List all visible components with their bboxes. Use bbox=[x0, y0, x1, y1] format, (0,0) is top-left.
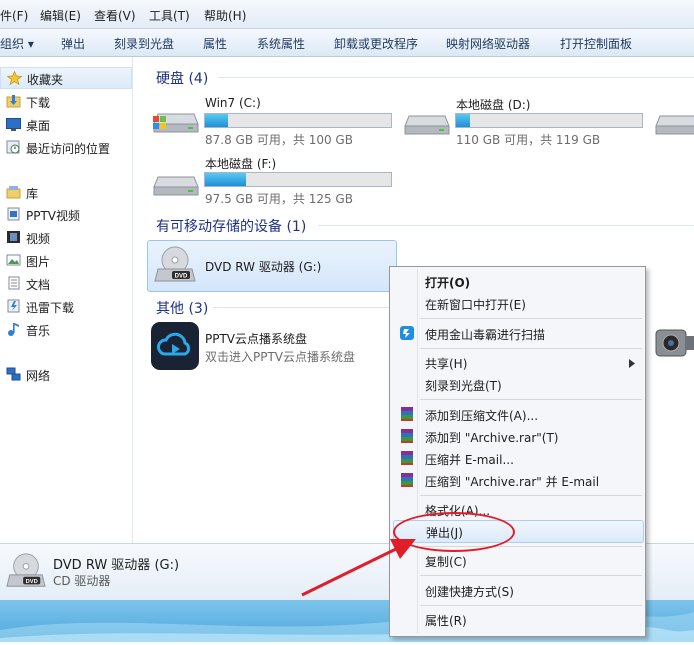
burn-button[interactable]: 刻录到光盘 bbox=[114, 35, 174, 52]
organize-button[interactable]: 组织 ▾ bbox=[0, 35, 34, 52]
menu-separator bbox=[420, 399, 642, 400]
menu-bar: 件(F) 编辑(E) 查看(V) 工具(T) 帮助(H) bbox=[0, 0, 694, 29]
command-bar: 组织 ▾ 弹出 刻录到光盘 属性 系统属性 卸载或更改程序 映射网络驱动器 打开… bbox=[0, 29, 694, 57]
menu-tools[interactable]: 工具(T) bbox=[149, 7, 190, 24]
system-properties-button[interactable]: 系统属性 bbox=[257, 35, 305, 52]
folder-download-icon bbox=[6, 94, 21, 108]
nav-item-network[interactable]: 网络 bbox=[0, 364, 130, 384]
star-icon bbox=[6, 70, 23, 86]
music-icon bbox=[6, 322, 21, 336]
nav-item-thunder-downloads[interactable]: 迅雷下载 bbox=[0, 296, 130, 316]
nav-item-libraries[interactable]: 库 bbox=[0, 182, 130, 202]
nav-item-documents[interactable]: 文档 bbox=[0, 273, 130, 293]
winrar-icon bbox=[399, 472, 415, 488]
menu-item-create-shortcut[interactable]: 创建快捷方式(S) bbox=[393, 580, 642, 600]
pictures-icon bbox=[6, 253, 21, 267]
drive-d-free-space: 110 GB 可用，共 119 GB bbox=[456, 133, 601, 147]
drive-d-usage-fill bbox=[456, 114, 471, 127]
menu-help[interactable]: 帮助(H) bbox=[204, 7, 246, 24]
drive-c-usage-bar bbox=[204, 113, 392, 128]
menu-separator bbox=[420, 575, 642, 576]
winrar-icon bbox=[399, 406, 415, 422]
drive-c-name[interactable]: Win7 (C:) bbox=[205, 96, 261, 110]
menu-file[interactable]: 件(F) bbox=[0, 7, 28, 24]
group-title-removable[interactable]: 有可移动存储的设备 (1) bbox=[156, 216, 306, 236]
pptv-video-icon bbox=[6, 207, 21, 221]
nav-item-desktop[interactable]: 桌面 bbox=[0, 114, 130, 134]
menu-item-add-to-archive-rar[interactable]: 添加到 "Archive.rar"(T) bbox=[393, 426, 642, 446]
drive-f-usage-fill bbox=[205, 173, 246, 186]
nav-item-favorites[interactable]: 收藏夹 bbox=[0, 67, 132, 89]
menu-item-antivirus-scan[interactable]: 使用金山毒霸进行扫描 bbox=[393, 323, 642, 343]
nav-item-videos[interactable]: 视频 bbox=[0, 227, 130, 247]
menu-item-copy[interactable]: 复制(C) bbox=[393, 550, 642, 570]
desktop-icon bbox=[6, 117, 21, 131]
video-icon bbox=[6, 230, 21, 244]
details-title: DVD RW 驱动器 (G:) bbox=[53, 558, 180, 573]
menu-item-burn[interactable]: 刻录到光盘(T) bbox=[393, 374, 642, 394]
network-icon bbox=[6, 367, 21, 381]
menu-separator bbox=[420, 348, 642, 349]
menu-item-compress-email[interactable]: 压缩并 E-mail... bbox=[393, 448, 642, 468]
annotation-arrow bbox=[301, 539, 416, 597]
svg-text:DVD: DVD bbox=[26, 579, 38, 585]
menu-item-open-new-window[interactable]: 在新窗口中打开(E) bbox=[393, 293, 642, 313]
nav-item-pictures[interactable]: 图片 bbox=[0, 250, 130, 270]
nav-item-music[interactable]: 音乐 bbox=[0, 319, 130, 339]
thunder-download-icon bbox=[6, 299, 21, 313]
pptv-cloud-icon[interactable] bbox=[151, 322, 199, 370]
menu-view[interactable]: 查看(V) bbox=[94, 7, 136, 24]
dvd-drive-name: DVD RW 驱动器 (G:) bbox=[205, 260, 322, 274]
open-control-panel-button[interactable]: 打开控制面板 bbox=[560, 35, 632, 52]
submenu-arrow-icon bbox=[629, 357, 635, 371]
hard-drive-icon[interactable] bbox=[152, 169, 200, 199]
hard-drive-icon[interactable] bbox=[654, 108, 694, 138]
drive-c-usage-fill bbox=[205, 114, 228, 127]
menu-item-add-to-archive[interactable]: 添加到压缩文件(A)... bbox=[393, 404, 642, 424]
dvd-drive-item[interactable]: DVD DVD RW 驱动器 (G:) bbox=[147, 240, 397, 292]
group-divider bbox=[218, 77, 694, 78]
nav-item-downloads[interactable]: 下载 bbox=[0, 91, 130, 111]
menu-item-open[interactable]: 打开(O) bbox=[393, 271, 642, 291]
winrar-icon bbox=[399, 428, 415, 444]
dvd-drive-icon: DVD bbox=[154, 245, 196, 287]
group-divider bbox=[318, 225, 694, 226]
drive-f-name[interactable]: 本地磁盘 (F:) bbox=[205, 155, 276, 172]
map-network-drive-button[interactable]: 映射网络驱动器 bbox=[446, 35, 530, 52]
nav-item-pptv-video[interactable]: PPTV视频 bbox=[0, 204, 130, 224]
dvd-drive-icon: DVD bbox=[6, 552, 46, 592]
group-title-hard-disks[interactable]: 硬盘 (4) bbox=[156, 68, 208, 88]
drive-c-free-space: 87.8 GB 可用，共 100 GB bbox=[205, 133, 353, 147]
navigation-pane: 收藏夹 下载 桌面 最近访问的位置 库 PPTV视频 视频 图片 文档 迅雷下载… bbox=[0, 57, 133, 543]
menu-item-compress-rar-email[interactable]: 压缩到 "Archive.rar" 并 E-mail bbox=[393, 470, 642, 490]
menu-separator bbox=[420, 318, 642, 319]
menu-item-share[interactable]: 共享(H) bbox=[393, 352, 642, 372]
recent-places-icon bbox=[6, 140, 21, 154]
menu-separator bbox=[420, 495, 642, 496]
menu-separator bbox=[420, 605, 642, 606]
documents-icon bbox=[6, 276, 21, 290]
group-title-other[interactable]: 其他 (3) bbox=[156, 298, 208, 318]
details-type: CD 驱动器 bbox=[53, 574, 111, 588]
drive-d-name[interactable]: 本地磁盘 (D:) bbox=[456, 96, 530, 113]
properties-button[interactable]: 属性 bbox=[203, 35, 227, 52]
kingsoft-antivirus-icon bbox=[399, 325, 415, 341]
drive-f-usage-bar bbox=[204, 172, 392, 187]
drive-d-usage-bar bbox=[455, 113, 643, 128]
library-icon bbox=[6, 185, 21, 199]
drive-f-free-space: 97.5 GB 可用，共 125 GB bbox=[205, 192, 353, 206]
winrar-icon bbox=[399, 450, 415, 466]
pptv-drive-description: 双击进入PPTV云点播系统盘 bbox=[205, 350, 356, 364]
camcorder-icon[interactable] bbox=[652, 322, 694, 366]
eject-button[interactable]: 弹出 bbox=[61, 35, 85, 52]
svg-text:DVD: DVD bbox=[175, 274, 188, 280]
menu-edit[interactable]: 编辑(E) bbox=[40, 7, 81, 24]
menu-item-properties[interactable]: 属性(R) bbox=[393, 609, 642, 629]
group-divider bbox=[213, 307, 389, 308]
pptv-drive-name[interactable]: PPTV云点播系统盘 bbox=[205, 330, 307, 347]
hard-drive-icon[interactable] bbox=[403, 108, 451, 138]
uninstall-program-button[interactable]: 卸载或更改程序 bbox=[334, 35, 418, 52]
nav-item-recent-places[interactable]: 最近访问的位置 bbox=[0, 137, 130, 157]
windows-drive-icon[interactable] bbox=[152, 104, 200, 134]
